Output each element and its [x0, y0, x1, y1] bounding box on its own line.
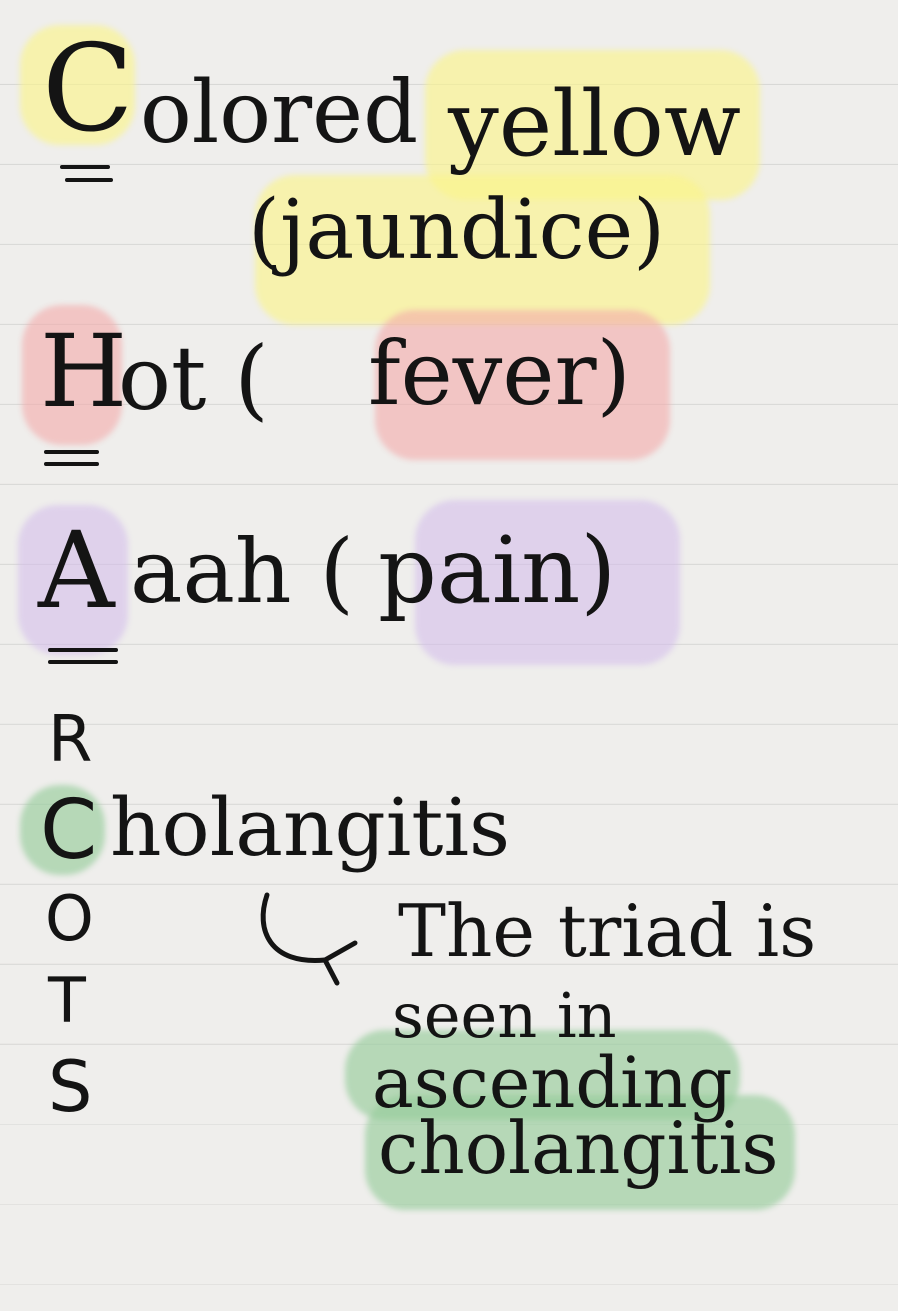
- underline-h-bottom: [44, 462, 99, 466]
- underline-a-top: [48, 648, 118, 652]
- note-line-2: seen in: [392, 979, 617, 1052]
- vertical-letter-c: C: [40, 783, 98, 878]
- mnemonic-explanation-jaundice: (jaundice): [248, 183, 666, 278]
- underline-h-top: [44, 450, 99, 454]
- note-line-4: cholangitis: [378, 1106, 779, 1190]
- mnemonic-word-colored: olored: [140, 63, 419, 163]
- mnemonic-word-hot: ot (: [118, 327, 269, 430]
- word-cholangitis: holangitis: [110, 781, 511, 874]
- mnemonic-word-aah: aah (: [130, 520, 354, 623]
- vertical-letter-s: S: [48, 1046, 93, 1128]
- underline-a-bottom: [48, 660, 118, 664]
- mnemonic-letter-c: C: [42, 20, 134, 159]
- mnemonic-keyword-fever: fever): [368, 322, 631, 425]
- mnemonic-letter-h: H: [40, 313, 128, 430]
- mnemonic-letter-a: A: [38, 509, 115, 632]
- underline-c-top: [60, 165, 110, 169]
- curved-arrow-icon: [260, 892, 358, 986]
- vertical-letter-o: O: [45, 882, 94, 955]
- mnemonic-keyword-yellow: yellow: [448, 72, 741, 177]
- underline-c-bottom: [65, 178, 113, 182]
- note-line-1: The triad is: [398, 889, 817, 973]
- notebook-page: C olored yellow (jaundice) H ot ( fever)…: [0, 0, 898, 1311]
- vertical-letter-t: T: [48, 964, 86, 1037]
- mnemonic-keyword-pain: pain): [378, 517, 617, 624]
- vertical-letter-r: R: [48, 703, 93, 777]
